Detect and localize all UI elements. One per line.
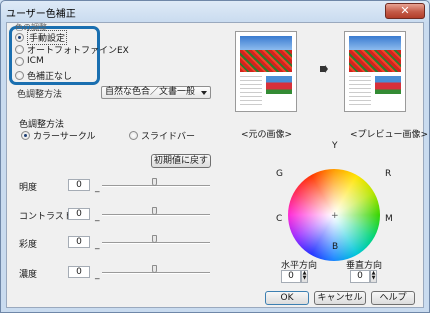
help-button[interactable]: ヘルプ	[371, 291, 415, 305]
vertical-input[interactable]: 0	[350, 270, 370, 283]
preview-flower-image	[349, 50, 401, 72]
wheel-label-m: M	[385, 214, 393, 224]
wheel-label-c: C	[276, 214, 283, 224]
mode-label-photo-enhance: オートフォトファインEX	[27, 46, 129, 56]
preview-flower-image	[240, 50, 292, 72]
radio-dot-selected	[15, 33, 24, 42]
close-button[interactable]: ✕	[385, 3, 425, 19]
mode-label-icm: ICM	[27, 56, 44, 66]
preview-image-preview	[344, 31, 406, 112]
mode-radio-icm[interactable]: ICM	[15, 56, 44, 66]
mode-radio-none[interactable]: 色補正なし	[15, 69, 72, 82]
wheel-label-b: B	[332, 242, 339, 252]
wheel-label-g: G	[276, 169, 283, 179]
preview-text-block	[240, 76, 262, 106]
slider-min-mark: _	[95, 183, 100, 193]
slider-thumb[interactable]	[152, 178, 157, 186]
color-mode-label: 色調整方法	[17, 90, 63, 100]
slider-thumb[interactable]	[152, 265, 157, 273]
arrow-right-icon	[320, 65, 328, 73]
slider-label-saturation: 彩度	[19, 240, 38, 250]
preview-sky-image	[349, 36, 401, 50]
vertical-spin-buttons[interactable]: ▲ ▼	[370, 270, 377, 283]
radio-dot-selected	[21, 131, 30, 140]
saturation-slider[interactable]: _	[95, 235, 210, 250]
wheel-label-y: Y	[332, 141, 338, 151]
color-mode-value: 自然な色合／文書一般	[105, 87, 196, 97]
mode-label-none: 色補正なし	[27, 72, 73, 82]
density-slider[interactable]: _	[95, 265, 210, 280]
slider-min-mark: _	[95, 240, 100, 250]
adjust-label-slide-bar: スライドバー	[141, 132, 196, 142]
radio-dot	[15, 45, 24, 54]
cancel-button[interactable]: キャンセル	[314, 291, 366, 305]
slider-min-mark: _	[95, 212, 100, 222]
density-input[interactable]: 0	[68, 266, 90, 278]
slider-thumb[interactable]	[152, 235, 157, 243]
adjust-radio-slide-bar[interactable]: スライドバー	[129, 129, 195, 142]
preview-image-label: <プレビュー画像>	[350, 130, 429, 140]
slider-label-contrast: コントラスト	[19, 212, 73, 222]
chevron-down-icon	[201, 91, 207, 95]
ok-button[interactable]: OK	[265, 291, 309, 305]
contrast-slider[interactable]: _	[95, 207, 210, 222]
preview-small-image	[266, 76, 292, 94]
preview-sky-image	[240, 36, 292, 50]
slider-min-mark: _	[95, 270, 100, 280]
radio-dot	[15, 56, 24, 66]
saturation-input[interactable]: 0	[68, 236, 90, 248]
slider-thumb[interactable]	[152, 207, 157, 215]
window-title: ユーザー色補正	[6, 9, 76, 20]
adjust-radio-color-circle[interactable]: カラーサークル	[21, 129, 96, 142]
original-image-label: <元の画像>	[241, 130, 293, 140]
mode-radio-photo-enhance[interactable]: オートフォトファインEX	[15, 43, 129, 56]
original-image-preview	[235, 31, 297, 112]
slider-label-brightness: 明度	[19, 183, 38, 193]
radio-dot	[15, 71, 24, 80]
crosshair-icon: +	[331, 211, 339, 221]
color-mode-select[interactable]: 自然な色合／文書一般	[101, 86, 211, 99]
wheel-label-r: R	[385, 169, 392, 179]
title-bar: ユーザー色補正 ✕	[1, 1, 429, 23]
horizontal-input[interactable]: 0	[281, 270, 301, 283]
contrast-input[interactable]: 0	[68, 208, 90, 220]
horizontal-spin-buttons[interactable]: ▲ ▼	[301, 270, 308, 283]
brightness-slider[interactable]: _	[95, 178, 210, 193]
radio-dot	[129, 131, 138, 140]
slider-label-density: 濃度	[19, 270, 38, 280]
preview-text-block	[349, 76, 371, 106]
dialog-window: ユーザー色補正 ✕ 色の調整 手動設定 オートフォトファインEX ICM 色補正…	[0, 0, 430, 313]
adjust-label-color-circle: カラーサークル	[33, 132, 96, 142]
preview-small-image	[375, 76, 401, 94]
brightness-input[interactable]: 0	[68, 179, 90, 191]
dialog-body: 色の調整 手動設定 オートフォトファインEX ICM 色補正なし 色調整方法 自…	[6, 22, 428, 308]
reset-defaults-button[interactable]: 初期値に戻す	[151, 154, 211, 168]
